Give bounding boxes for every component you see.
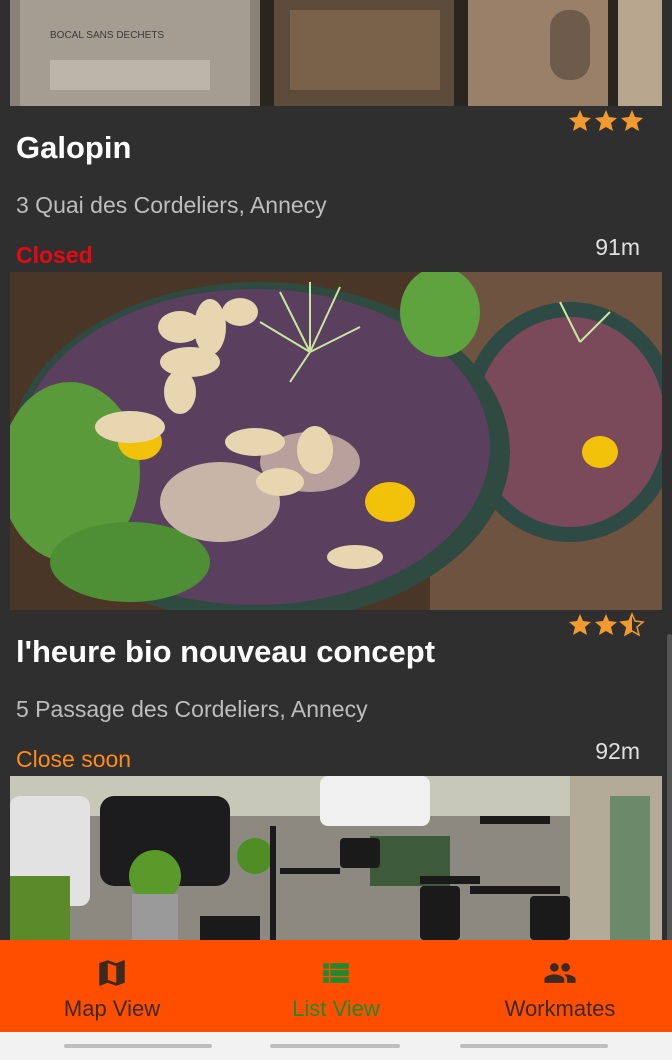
status-label: Closed xyxy=(16,242,93,268)
nav-workmates[interactable]: Workmates xyxy=(448,940,672,1032)
status-label: Close soon xyxy=(16,746,132,772)
restaurant-address: 5 Passage des Cordeliers, Annecy xyxy=(16,696,368,722)
people-icon xyxy=(544,963,576,983)
restaurant-photo-salad[interactable] xyxy=(10,272,662,610)
system-gesture-handle[interactable] xyxy=(270,1044,400,1048)
list-icon xyxy=(323,963,349,983)
bottom-navigation: Map View List View Workmates xyxy=(0,940,672,1032)
distance-label: 92m xyxy=(595,738,640,764)
system-gesture-handle[interactable] xyxy=(64,1044,212,1048)
star-icon xyxy=(569,110,643,131)
nav-label: Map View xyxy=(63,996,161,1021)
restaurant-name[interactable]: l'heure bio nouveau concept xyxy=(16,634,435,670)
nav-list-view[interactable]: List View xyxy=(224,940,448,1032)
system-gesture-handle[interactable] xyxy=(460,1044,608,1048)
rating-stars xyxy=(569,612,645,637)
restaurant-list[interactable]: BOCAL SANS DECHETS Galopin 3 Quai des Co… xyxy=(0,0,672,940)
distance-label: 91m xyxy=(595,234,640,260)
map-icon xyxy=(99,960,125,986)
restaurant-name[interactable]: Galopin xyxy=(16,130,131,166)
nav-map-view[interactable]: Map View xyxy=(0,940,224,1032)
scrollbar[interactable] xyxy=(667,634,672,940)
system-navigation-bar xyxy=(0,1032,672,1060)
rating-stars xyxy=(569,110,643,131)
nav-label: Workmates xyxy=(504,996,616,1021)
restaurant-photo-terrace[interactable] xyxy=(10,776,662,940)
storefront-sign-text: BOCAL SANS DECHETS xyxy=(50,30,164,41)
restaurant-photo-storefront[interactable]: BOCAL SANS DECHETS xyxy=(10,0,662,106)
restaurant-address: 3 Quai des Cordeliers, Annecy xyxy=(16,192,327,218)
nav-label: List View xyxy=(292,996,380,1021)
